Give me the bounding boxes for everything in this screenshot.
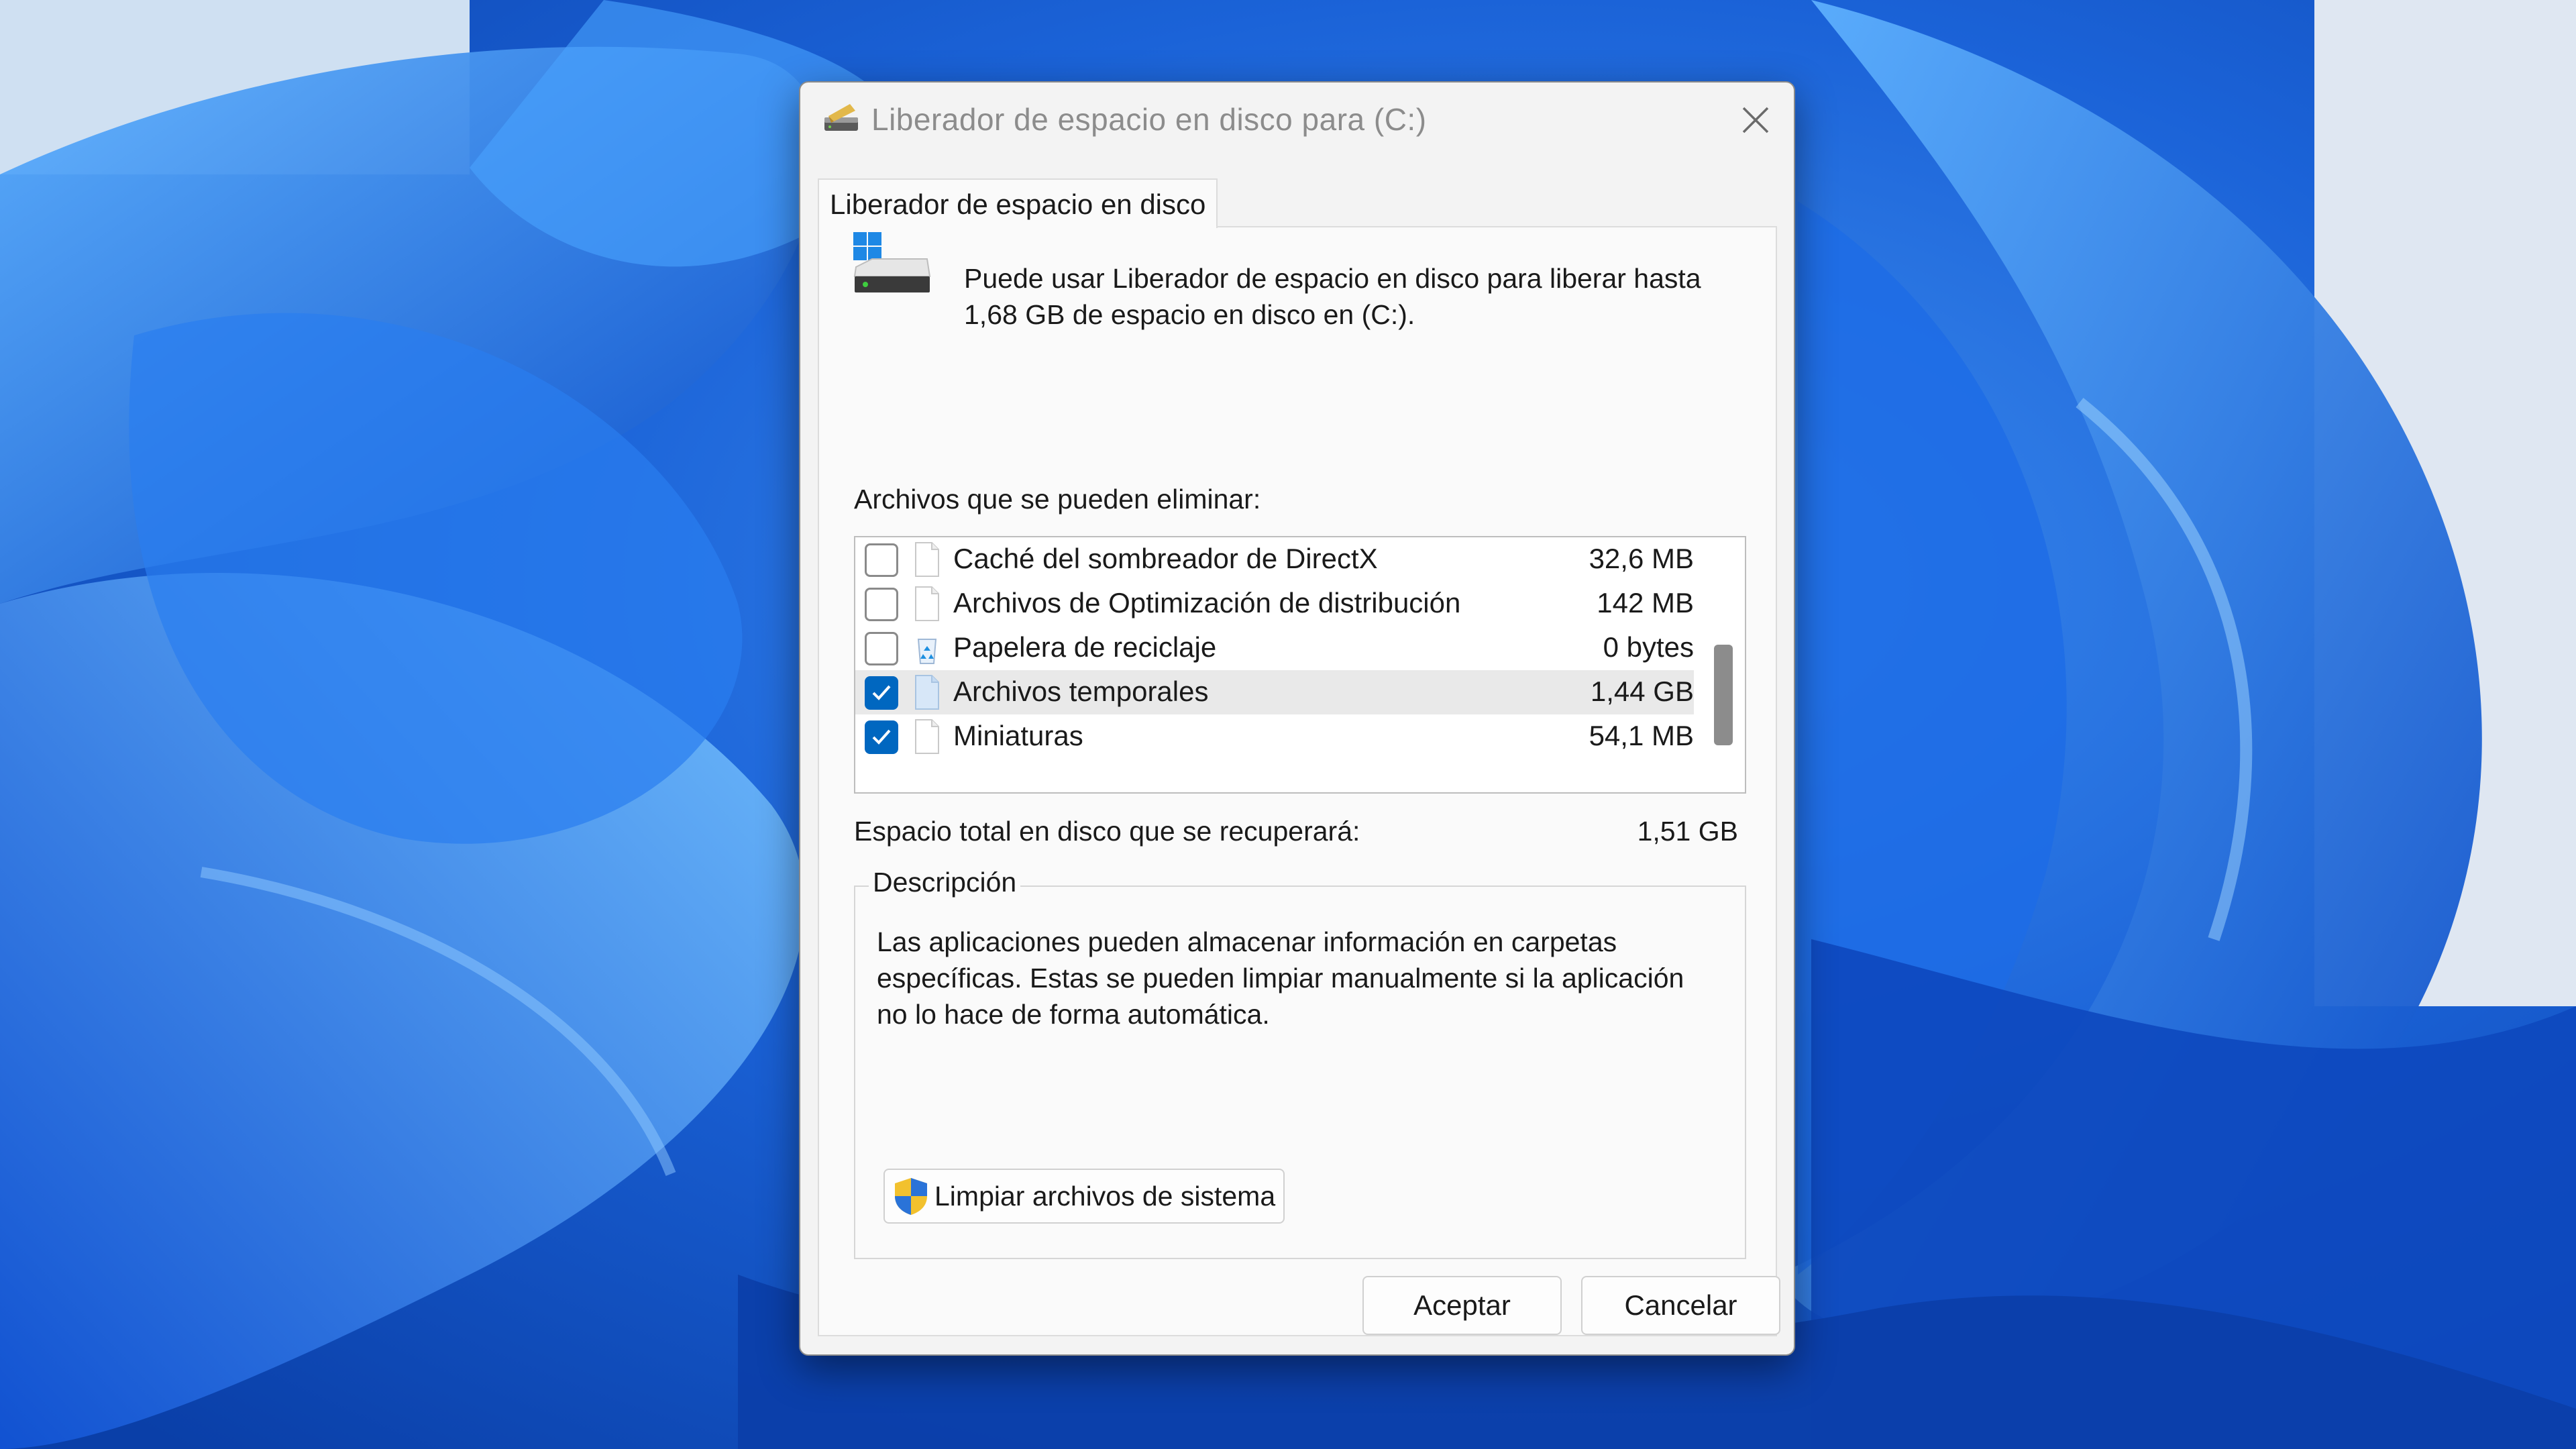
file-icon bbox=[915, 675, 939, 710]
file-icon bbox=[915, 719, 939, 754]
list-item[interactable]: Caché del sombreador de DirectX 32,6 MB bbox=[855, 537, 1694, 582]
description-text: Las aplicaciones pueden almacenar inform… bbox=[877, 926, 1684, 1030]
file-icon bbox=[915, 542, 939, 577]
uac-shield-icon bbox=[895, 1178, 927, 1215]
tab-disk-cleanup[interactable]: Liberador de espacio en disco bbox=[818, 178, 1218, 228]
scrollbar-thumb[interactable] bbox=[1714, 645, 1733, 745]
drive-icon bbox=[854, 84, 934, 146]
list-scrollbar[interactable] bbox=[1697, 537, 1745, 792]
close-icon bbox=[1742, 107, 1769, 133]
list-item-size: 1,44 GB bbox=[1590, 676, 1694, 707]
list-item-name: Papelera de reciclaje bbox=[953, 631, 1217, 663]
ok-button[interactable]: Aceptar bbox=[1362, 1276, 1562, 1335]
tab-panel: Archivos que se pueden eliminar: Caché d… bbox=[818, 226, 1777, 1336]
total-space-value: 1,51 GB bbox=[1637, 816, 1738, 847]
description-legend: Descripción bbox=[869, 867, 1021, 898]
list-item-size: 54,1 MB bbox=[1589, 720, 1694, 751]
list-item-size: 142 MB bbox=[1597, 587, 1694, 619]
checkbox-checked[interactable] bbox=[865, 676, 898, 710]
clean-system-files-label: Limpiar archivos de sistema bbox=[934, 1180, 1276, 1212]
list-item[interactable]: Papelera de reciclaje 0 bytes bbox=[855, 626, 1694, 670]
checkbox[interactable] bbox=[865, 543, 898, 577]
list-item-name: Archivos temporales bbox=[953, 676, 1209, 707]
description-group: Descripción Las aplicaciones pueden alma… bbox=[854, 867, 1746, 1259]
check-icon bbox=[872, 729, 891, 745]
list-item-selected[interactable]: Archivos temporales 1,44 GB bbox=[855, 670, 1694, 714]
list-item-name: Miniaturas bbox=[953, 720, 1083, 751]
drive-icon bbox=[853, 232, 931, 292]
checkbox[interactable] bbox=[865, 632, 898, 665]
cancel-button[interactable]: Cancelar bbox=[1581, 1276, 1780, 1335]
file-icon bbox=[915, 586, 939, 621]
intro-text: Puede usar Liberador de espacio en disco… bbox=[964, 263, 1701, 330]
files-label: Archivos que se pueden eliminar: bbox=[854, 484, 1261, 515]
title-bar[interactable]: Liberador de espacio en disco para (C:) bbox=[800, 83, 1794, 158]
close-button[interactable] bbox=[1729, 95, 1782, 146]
list-item-size: 32,6 MB bbox=[1589, 543, 1694, 574]
list-item-name: Archivos de Optimización de distribución bbox=[953, 587, 1461, 619]
list-item-name: Caché del sombreador de DirectX bbox=[953, 543, 1378, 574]
checkbox[interactable] bbox=[865, 588, 898, 621]
list-item-size: 0 bytes bbox=[1603, 631, 1694, 663]
window-title: Liberador de espacio en disco para (C:) bbox=[871, 102, 1427, 137]
list-item[interactable]: Miniaturas 54,1 MB bbox=[855, 714, 1694, 759]
check-icon bbox=[872, 685, 891, 700]
clean-system-files-button[interactable]: Limpiar archivos de sistema bbox=[883, 1169, 1285, 1224]
files-list[interactable]: Caché del sombreador de DirectX 32,6 MB … bbox=[854, 536, 1746, 794]
checkbox-checked[interactable] bbox=[865, 720, 898, 754]
recycle-bin-icon bbox=[917, 639, 937, 664]
list-item[interactable]: Archivos de Optimización de distribución… bbox=[855, 582, 1694, 626]
total-space-label: Espacio total en disco que se recuperará… bbox=[854, 816, 1360, 847]
